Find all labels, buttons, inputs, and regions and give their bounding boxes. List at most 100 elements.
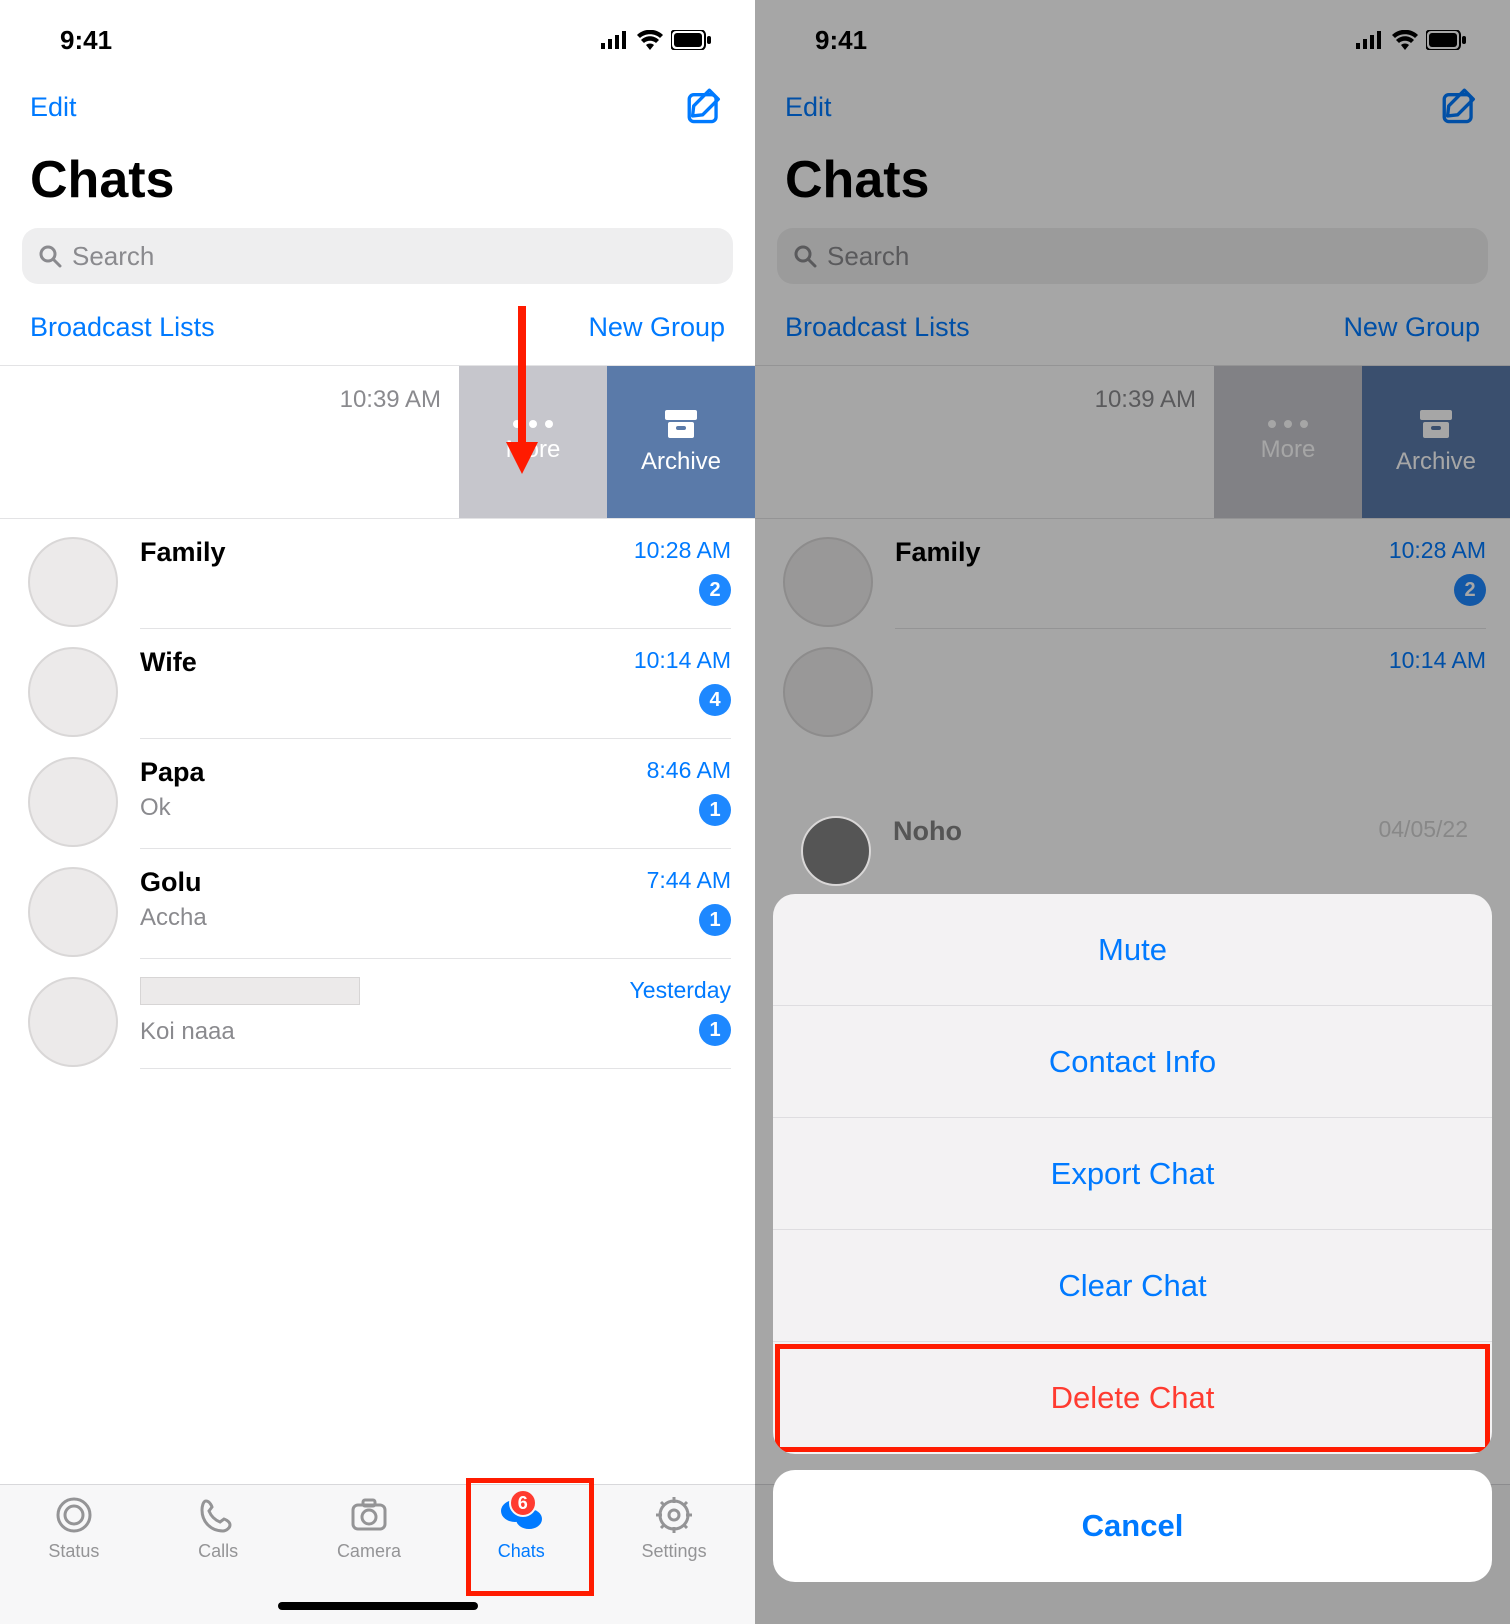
new-group-link[interactable]: New Group bbox=[1343, 312, 1480, 343]
chat-name: Wife bbox=[140, 647, 197, 678]
sub-links-row: Broadcast Lists New Group bbox=[0, 296, 755, 365]
unread-badge: 2 bbox=[1454, 574, 1486, 606]
chat-preview: Koi naaa bbox=[140, 1018, 360, 1046]
search-placeholder: Search bbox=[72, 241, 154, 272]
status-icons bbox=[601, 30, 711, 50]
avatar bbox=[28, 647, 118, 737]
avatar bbox=[801, 816, 871, 886]
swiped-chat-row[interactable]: chrute nga soon 10:39 AM More Archive bbox=[755, 365, 1510, 519]
swipe-more-label: More bbox=[1261, 436, 1316, 464]
avatar bbox=[28, 867, 118, 957]
sheet-cancel[interactable]: Cancel bbox=[773, 1470, 1492, 1582]
cellular-icon bbox=[601, 31, 629, 49]
chat-row[interactable]: Family 10:28 AM 2 bbox=[755, 519, 1510, 629]
phone-icon bbox=[196, 1495, 240, 1535]
chat-name: Family bbox=[895, 537, 981, 568]
swipe-archive-button[interactable]: Archive bbox=[1362, 366, 1510, 518]
chat-row[interactable]: Koi naaaYesterday1 bbox=[0, 959, 755, 1069]
gear-icon bbox=[652, 1495, 696, 1535]
tab-settings[interactable]: Settings bbox=[642, 1495, 707, 1624]
avatar bbox=[28, 977, 118, 1067]
edit-button[interactable]: Edit bbox=[785, 92, 832, 123]
chat-time: 8:46 AM bbox=[647, 757, 731, 784]
sheet-mute[interactable]: Mute bbox=[773, 894, 1492, 1006]
action-sheet: Noho 04/05/22 Mute Contact Info Export Ch… bbox=[755, 802, 1510, 1624]
status-bar: 9:41 bbox=[0, 0, 755, 80]
broadcast-lists-link[interactable]: Broadcast Lists bbox=[785, 312, 970, 343]
sheet-export-chat[interactable]: Export Chat bbox=[773, 1118, 1492, 1230]
chat-name: Papa bbox=[140, 757, 205, 788]
search-input[interactable]: Search bbox=[22, 228, 733, 284]
avatar bbox=[28, 537, 118, 627]
search-input[interactable]: Search bbox=[777, 228, 1488, 284]
new-group-link[interactable]: New Group bbox=[588, 312, 725, 343]
search-icon bbox=[38, 244, 62, 268]
search-placeholder: Search bbox=[827, 241, 909, 272]
status-bar: 9:41 bbox=[755, 0, 1510, 80]
chat-name: Noho bbox=[893, 816, 962, 847]
chat-time: 10:14 AM bbox=[634, 647, 731, 674]
broadcast-lists-link[interactable]: Broadcast Lists bbox=[30, 312, 215, 343]
chat-row[interactable]: Papa Ok 8:46 AM 1 bbox=[0, 739, 755, 849]
phone-left: 9:41 Edit Chats Search Broadcast Lists N… bbox=[0, 0, 755, 1624]
unread-badge: 4 bbox=[699, 684, 731, 716]
swipe-archive-label: Archive bbox=[641, 448, 721, 476]
chat-name: Family bbox=[140, 537, 226, 568]
status-time: 9:41 bbox=[815, 25, 867, 56]
chat-time: 10:14 AM bbox=[1389, 647, 1486, 674]
tab-chats[interactable]: 6Chats bbox=[498, 1495, 545, 1624]
cellular-icon bbox=[1356, 31, 1384, 49]
sub-links-row: Broadcast Lists New Group bbox=[755, 296, 1510, 365]
chat-time: 10:28 AM bbox=[1389, 537, 1486, 564]
more-dots-icon bbox=[1268, 420, 1308, 428]
tab-calls[interactable]: Calls bbox=[196, 1495, 240, 1624]
chat-time: 10:28 AM bbox=[634, 537, 731, 564]
tab-label: Calls bbox=[198, 1541, 238, 1562]
avatar bbox=[28, 757, 118, 847]
compose-icon[interactable] bbox=[687, 88, 725, 126]
swiped-chat-name: chrute bbox=[755, 386, 1095, 417]
tab-label: Camera bbox=[337, 1541, 401, 1562]
chat-row[interactable]: GoluAccha7:44 AM1 bbox=[0, 849, 755, 959]
status-icon bbox=[52, 1495, 96, 1535]
tab-label: Chats bbox=[498, 1541, 545, 1562]
archive-icon bbox=[1418, 408, 1454, 440]
tab-label: Status bbox=[48, 1541, 99, 1562]
wifi-icon bbox=[637, 30, 663, 50]
chat-name-redacted bbox=[140, 977, 360, 1005]
chat-row[interactable]: Wife 10:14 AM 4 bbox=[0, 629, 755, 739]
chat-preview: Accha bbox=[140, 904, 207, 932]
home-indicator[interactable] bbox=[278, 1602, 478, 1610]
nav-row: Edit bbox=[755, 80, 1510, 130]
camera-icon bbox=[347, 1495, 391, 1535]
unread-badge: 1 bbox=[699, 1014, 731, 1046]
chat-time: 04/05/22 bbox=[1378, 816, 1468, 843]
unread-badge: 1 bbox=[699, 904, 731, 936]
page-title: Chats bbox=[0, 130, 755, 224]
swiped-chat-row[interactable]: chrute nga soon 10:39 AM More Archive bbox=[0, 365, 755, 519]
swiped-chat-time: 10:39 AM bbox=[340, 386, 441, 518]
swiped-chat-preview: nga soon bbox=[755, 423, 1095, 451]
status-icons bbox=[1356, 30, 1466, 50]
swipe-more-button[interactable]: More bbox=[1214, 366, 1362, 518]
chat-row[interactable]: 10:14 AM bbox=[755, 629, 1510, 737]
unread-badge: 1 bbox=[699, 794, 731, 826]
swiped-chat-time: 10:39 AM bbox=[1095, 386, 1196, 518]
swipe-archive-label: Archive bbox=[1396, 448, 1476, 476]
chat-time: 7:44 AM bbox=[647, 867, 731, 894]
edit-button[interactable]: Edit bbox=[30, 92, 77, 123]
battery-icon bbox=[1426, 30, 1466, 50]
chat-preview: Ok bbox=[140, 794, 205, 822]
tab-status[interactable]: Status bbox=[48, 1495, 99, 1624]
swiped-chat-preview: nga soon bbox=[0, 423, 340, 451]
swipe-archive-button[interactable]: Archive bbox=[607, 366, 755, 518]
chat-row[interactable]: Family10:28 AM2 bbox=[0, 519, 755, 629]
sheet-delete-chat[interactable]: Delete Chat bbox=[773, 1342, 1492, 1454]
compose-icon[interactable] bbox=[1442, 88, 1480, 126]
sheet-contact-info[interactable]: Contact Info bbox=[773, 1006, 1492, 1118]
page-title: Chats bbox=[755, 130, 1510, 224]
tab-label: Settings bbox=[642, 1541, 707, 1562]
sheet-clear-chat[interactable]: Clear Chat bbox=[773, 1230, 1492, 1342]
battery-icon bbox=[671, 30, 711, 50]
annotation-arrow bbox=[502, 306, 542, 476]
